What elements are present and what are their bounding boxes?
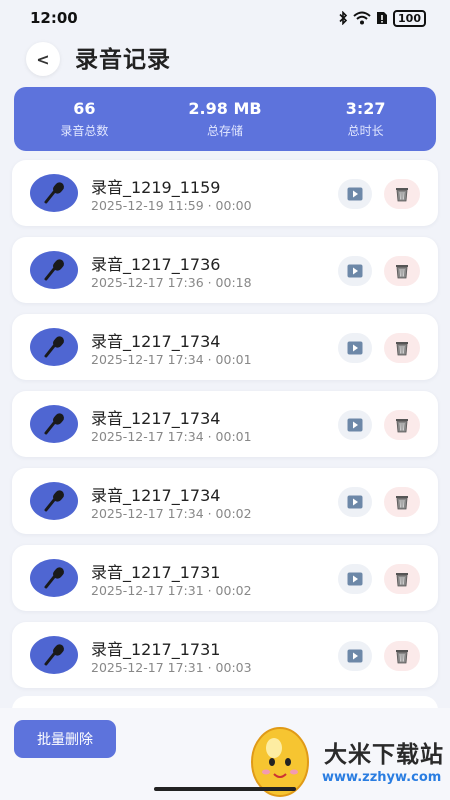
microphone-icon: [30, 482, 78, 520]
stat-total-count: 66 录音总数: [24, 99, 144, 139]
bluetooth-icon: [339, 11, 348, 25]
play-button[interactable]: [338, 564, 372, 594]
recording-name: 录音_1217_1736: [91, 255, 221, 274]
recording-card[interactable]: 录音_1217_1734 2025-12-17 17:34 · 00:01: [12, 314, 438, 380]
batch-delete-button[interactable]: 批量删除: [14, 720, 116, 758]
trash-icon: [396, 265, 408, 279]
microphone-icon: [30, 174, 78, 212]
header: < 录音记录: [0, 36, 450, 84]
delete-button[interactable]: [384, 564, 420, 594]
recording-card[interactable]: 录音_1217_1734 2025-12-17 17:34 · 00:02: [12, 468, 438, 534]
sim-alert-icon: [377, 12, 388, 24]
recording-name: 录音_1219_1159: [91, 178, 221, 197]
stat-value: 66: [73, 99, 96, 118]
play-icon: [347, 341, 363, 355]
microphone-icon: [30, 559, 78, 597]
trash-icon: [396, 419, 408, 433]
play-icon: [347, 649, 363, 663]
stat-label: 总时长: [347, 124, 384, 138]
page-title: 录音记录: [75, 47, 171, 73]
microphone-icon: [30, 405, 78, 443]
status-bar: 12:00 100: [0, 0, 450, 36]
play-icon: [347, 495, 363, 509]
recording-meta: 2025-12-17 17:34 · 00:02: [91, 506, 252, 521]
recording-name: 录音_1217_1731: [91, 640, 221, 659]
recording-card[interactable]: 录音_1217_1734 2025-12-17 17:34 · 00:01: [12, 391, 438, 457]
back-arrow-icon: <: [36, 49, 50, 69]
recording-name: 录音_1217_1734: [91, 486, 221, 505]
recording-meta: 2025-12-17 17:34 · 00:01: [91, 429, 252, 444]
home-indicator[interactable]: [154, 787, 296, 791]
trash-icon: [396, 650, 408, 664]
stat-value: 3:27: [345, 99, 386, 118]
wifi-icon: [353, 11, 371, 25]
play-icon: [347, 572, 363, 586]
play-button[interactable]: [338, 333, 372, 363]
delete-button[interactable]: [384, 179, 420, 209]
recording-card[interactable]: 录音_1219_1159 2025-12-19 11:59 · 00:00: [12, 160, 438, 226]
play-button[interactable]: [338, 256, 372, 286]
delete-button[interactable]: [384, 256, 420, 286]
trash-icon: [396, 573, 408, 587]
battery-indicator: 100: [393, 9, 426, 27]
delete-button[interactable]: [384, 410, 420, 440]
play-button[interactable]: [338, 641, 372, 671]
delete-button[interactable]: [384, 333, 420, 363]
play-icon: [347, 264, 363, 278]
delete-button[interactable]: [384, 487, 420, 517]
microphone-icon: [30, 636, 78, 674]
recording-card[interactable]: 录音_1217_1731 2025-12-17 17:31 · 00:03: [12, 622, 438, 688]
recording-meta: 2025-12-19 11:59 · 00:00: [91, 198, 252, 213]
stat-value: 2.98 MB: [188, 99, 262, 118]
delete-button[interactable]: [384, 641, 420, 671]
play-button[interactable]: [338, 487, 372, 517]
recording-name: 录音_1217_1734: [91, 409, 221, 428]
stat-label: 总存储: [206, 124, 243, 138]
recording-meta: 2025-12-17 17:36 · 00:18: [91, 275, 252, 290]
play-icon: [347, 187, 363, 201]
stat-total-duration: 3:27 总时长: [306, 99, 426, 139]
trash-icon: [396, 496, 408, 510]
recording-name: 录音_1217_1734: [91, 332, 221, 351]
recording-meta: 2025-12-17 17:31 · 00:02: [91, 583, 252, 598]
recording-card[interactable]: 录音_1217_1736 2025-12-17 17:36 · 00:18: [12, 237, 438, 303]
stats-panel: 66 录音总数 2.98 MB 总存储 3:27 总时长: [14, 87, 436, 151]
back-button[interactable]: <: [26, 42, 60, 76]
status-icons: 100: [338, 9, 426, 27]
recording-list: 录音_1219_1159 2025-12-19 11:59 · 00:00 录音…: [12, 160, 438, 699]
watermark-url: www.zzhyw.com: [322, 770, 442, 785]
stat-total-storage: 2.98 MB 总存储: [165, 99, 285, 139]
microphone-icon: [30, 251, 78, 289]
watermark-title: 大米下载站: [324, 742, 444, 768]
clock: 12:00: [30, 9, 78, 27]
microphone-icon: [30, 328, 78, 366]
trash-icon: [396, 342, 408, 356]
recording-name: 录音_1217_1731: [91, 563, 221, 582]
play-button[interactable]: [338, 410, 372, 440]
play-button[interactable]: [338, 179, 372, 209]
recording-meta: 2025-12-17 17:31 · 00:03: [91, 660, 252, 675]
recording-card[interactable]: 录音_1217_1731 2025-12-17 17:31 · 00:02: [12, 545, 438, 611]
stat-label: 录音总数: [60, 124, 109, 138]
recording-meta: 2025-12-17 17:34 · 00:01: [91, 352, 252, 367]
trash-icon: [396, 188, 408, 202]
play-icon: [347, 418, 363, 432]
